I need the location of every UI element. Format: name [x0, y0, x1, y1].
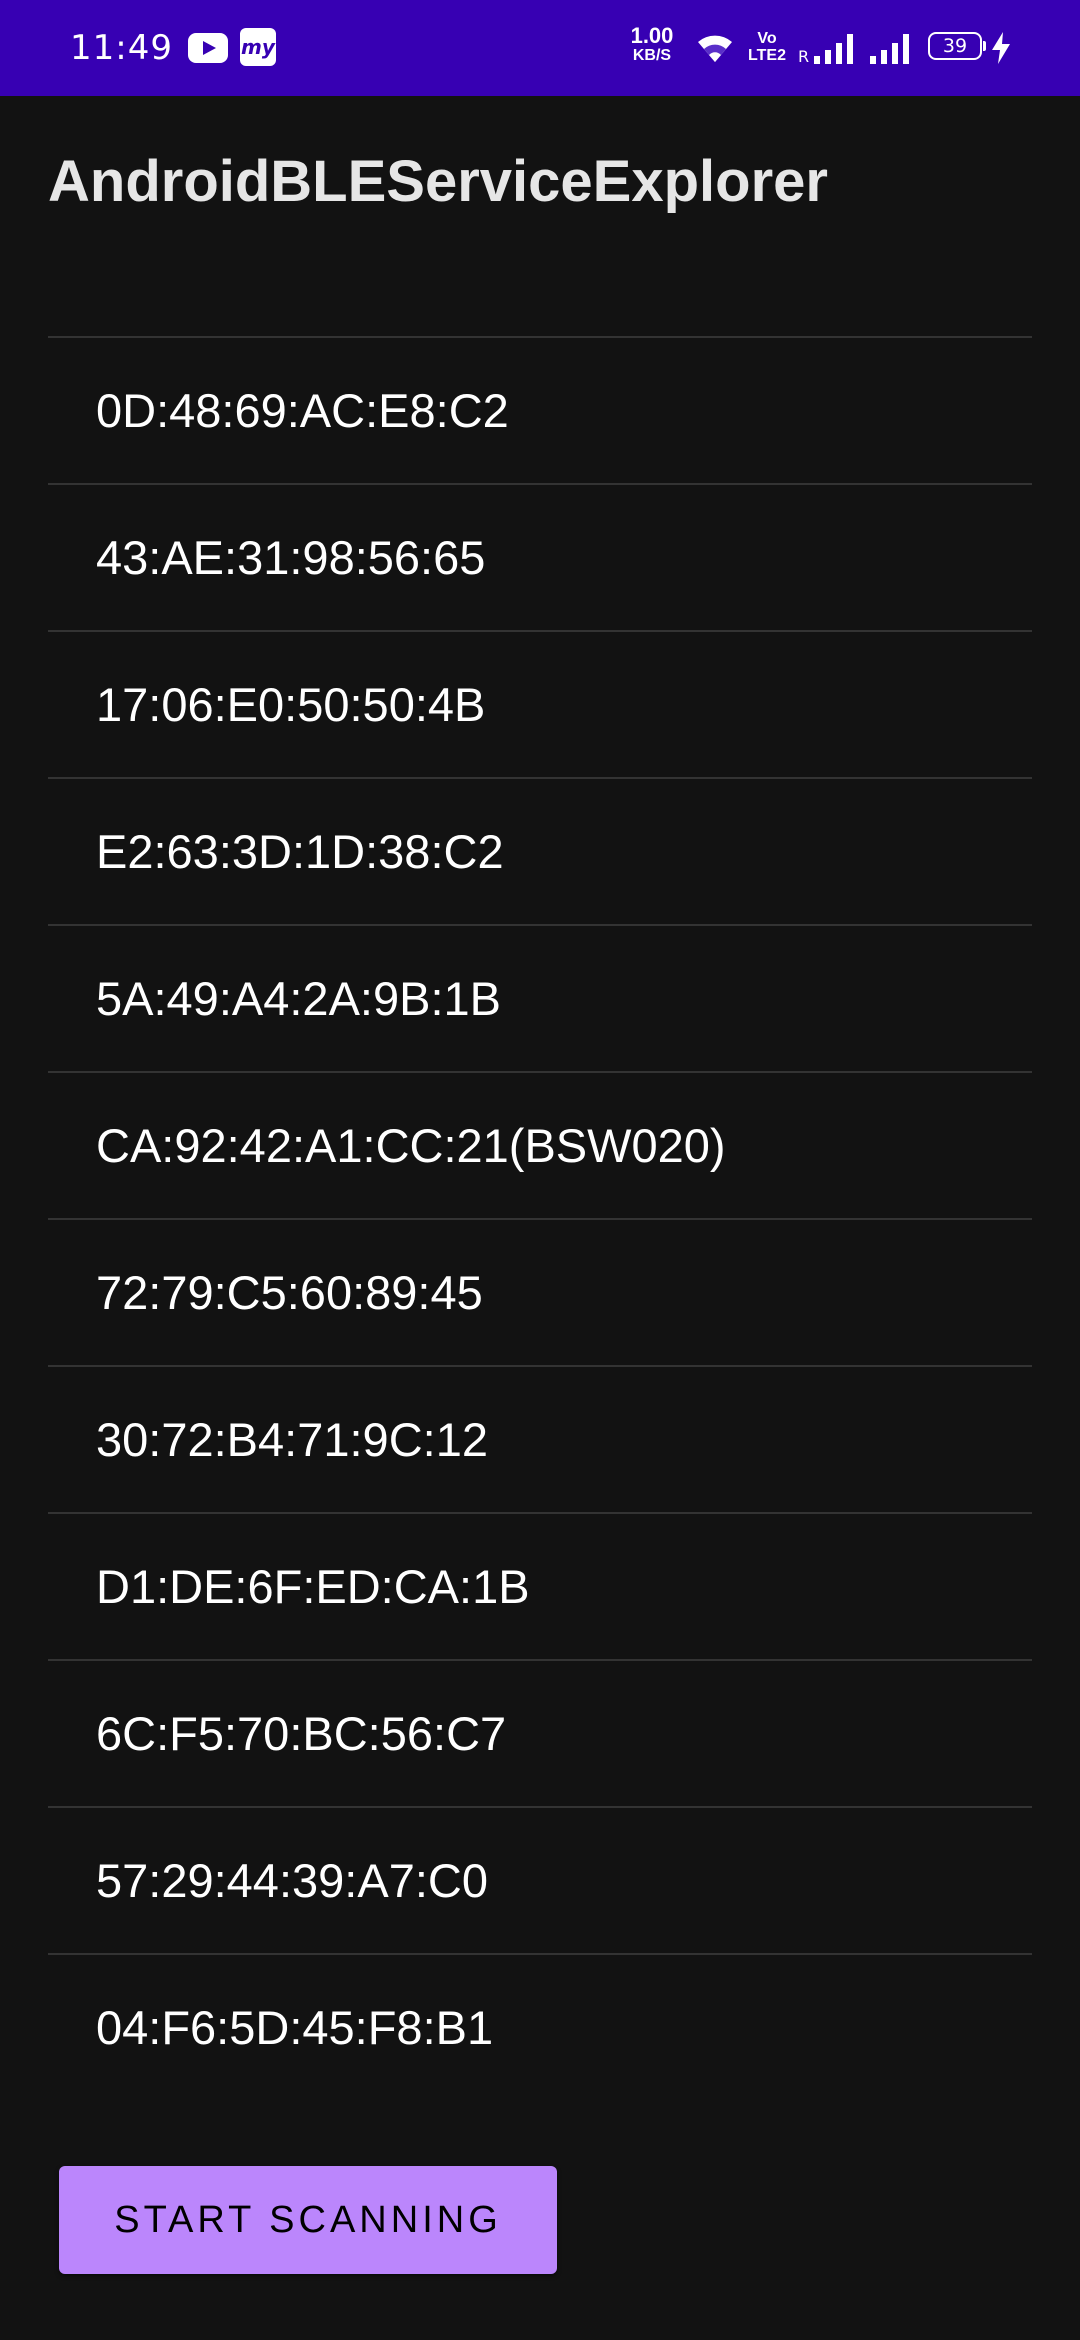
- app-title: AndroidBLEServiceExplorer: [48, 149, 828, 214]
- device-list-item[interactable]: 17:06:E0:50:50:4B: [48, 632, 1032, 779]
- signal-strength-icon-sim1: [814, 34, 853, 64]
- volte-indicator: Vo LTE2: [748, 30, 786, 64]
- wifi-icon: [698, 35, 732, 62]
- signal-strength-icon-sim2: [870, 34, 909, 64]
- network-speed-value: 1.00: [630, 23, 674, 48]
- battery-icon: 39: [928, 32, 986, 60]
- device-list-item[interactable]: E2:63:3D:1D:38:C2: [48, 779, 1032, 926]
- device-list-item[interactable]: D1:DE:6F:ED:CA:1B: [48, 1514, 1032, 1661]
- device-list-item[interactable]: 30:72:B4:71:9C:12: [48, 1367, 1032, 1514]
- youtube-icon: [188, 33, 228, 63]
- device-list-item[interactable]: 04:F6:5D:45:F8:B1: [48, 1955, 1032, 2100]
- network-speed: 1.00 KB/S: [622, 23, 682, 66]
- start-scanning-button[interactable]: START SCANNING: [59, 2166, 557, 2274]
- mytelco-app-icon: my: [240, 28, 276, 66]
- device-list-item[interactable]: 43:AE:31:98:56:65: [48, 485, 1032, 632]
- charging-bolt-icon: [992, 32, 1010, 64]
- device-list-item[interactable]: CA:92:42:A1:CC:21(BSW020): [48, 1073, 1032, 1220]
- device-list-item[interactable]: 57:29:44:39:A7:C0: [48, 1808, 1032, 1955]
- status-bar: 11:49 my 1.00 KB/S Vo LTE2 R 39: [0, 0, 1080, 96]
- roaming-indicator: R: [798, 47, 810, 66]
- status-time: 11:49: [70, 28, 173, 68]
- device-list-item[interactable]: 5A:49:A4:2A:9B:1B: [48, 926, 1032, 1073]
- device-list: 0D:48:69:AC:E8:C2 43:AE:31:98:56:65 17:0…: [48, 336, 1032, 2100]
- device-list-item[interactable]: 0D:48:69:AC:E8:C2: [48, 338, 1032, 485]
- device-list-item[interactable]: 6C:F5:70:BC:56:C7: [48, 1661, 1032, 1808]
- device-list-item[interactable]: 72:79:C5:60:89:45: [48, 1220, 1032, 1367]
- network-speed-unit: KB/S: [632, 47, 672, 64]
